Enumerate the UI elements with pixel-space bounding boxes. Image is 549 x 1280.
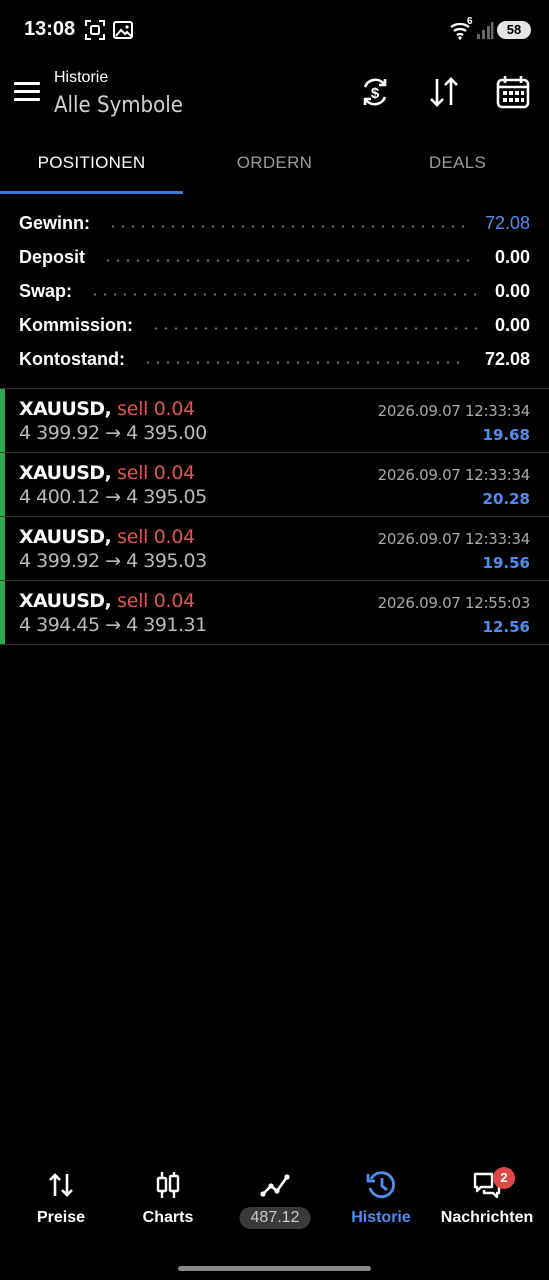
deal-profit: 12.56 — [482, 618, 530, 636]
deal-profit: 20.28 — [482, 490, 530, 508]
list-item[interactable]: XAUUSD, sell 0.04 4 400.12 → 4 395.05 20… — [0, 453, 549, 517]
tab-bar: POSITIONEN ORDERN DEALS — [0, 140, 549, 194]
deal-list: XAUUSD, sell 0.04 4 399.92 → 4 395.00 20… — [0, 389, 549, 645]
home-indicator[interactable] — [178, 1266, 371, 1271]
tab-ordern[interactable]: ORDERN — [183, 140, 366, 194]
deal-prices: 4 394.45 → 4 391.31 — [19, 614, 207, 636]
deal-symbol: XAUUSD, sell 0.04 — [19, 398, 195, 420]
quotes-arrows-icon — [49, 1173, 73, 1197]
deal-symbol-text: XAUUSD, — [19, 462, 112, 484]
deal-status-bar — [0, 453, 5, 516]
history-clock-icon — [366, 1171, 395, 1199]
deal-time: 2026.09.07 12:33:34 — [377, 466, 531, 484]
menu-icon[interactable] — [14, 82, 40, 104]
dot-leader — [108, 224, 467, 228]
deal-time: 2026.09.07 12:33:34 — [377, 402, 531, 420]
summary-row-deposit: Deposit 0.00 — [0, 240, 549, 274]
svg-text:$: $ — [371, 85, 380, 102]
nav-trade[interactable]: 487.12 — [220, 1160, 330, 1240]
deal-side: sell 0.04 — [117, 526, 195, 548]
summary-value: 72.08 — [484, 212, 530, 233]
nav-nachrichten[interactable]: 2 Nachrichten — [432, 1160, 542, 1240]
wifi-label: 6 — [467, 16, 473, 27]
deal-side: sell 0.04 — [117, 590, 195, 612]
summary-value: 0.00 — [494, 280, 530, 301]
image-icon — [113, 21, 133, 39]
status-bar: 13:08 6 58 — [0, 0, 549, 60]
deal-symbol-text: XAUUSD, — [19, 398, 112, 420]
deal-symbol: XAUUSD, sell 0.04 — [19, 590, 195, 612]
summary-label: Kontostand: — [19, 348, 125, 369]
summary-row-kontostand: Kontostand: 72.08 — [0, 342, 549, 376]
nav-label: Charts — [142, 1209, 194, 1226]
nav-historie[interactable]: Historie — [326, 1160, 436, 1240]
deal-side: sell 0.04 — [117, 398, 195, 420]
deal-prices: 4 399.92 → 4 395.03 — [19, 550, 207, 572]
summary-value: 72.08 — [484, 348, 530, 369]
app-header: Historie Alle Symbole $ — [0, 60, 549, 130]
balance-pill: 487.12 — [239, 1207, 311, 1229]
list-item[interactable]: XAUUSD, sell 0.04 4 394.45 → 4 391.31 20… — [0, 581, 549, 645]
candlestick-icon — [156, 1172, 180, 1198]
screenshot-icon — [85, 20, 105, 40]
currency-exchange-icon[interactable]: $ — [358, 75, 392, 109]
nav-label: Preise — [36, 1209, 86, 1226]
deal-status-bar — [0, 581, 5, 644]
signal-icon — [477, 22, 494, 39]
summary-row-gewinn: Gewinn: 72.08 — [0, 206, 549, 240]
battery-icon: 58 — [497, 21, 531, 39]
deal-symbol-text: XAUUSD, — [19, 526, 112, 548]
dot-leader — [103, 258, 477, 262]
deal-status-bar — [0, 389, 5, 452]
deal-symbol-text: XAUUSD, — [19, 590, 112, 612]
header-subtitle: Historie — [54, 69, 109, 86]
nav-charts[interactable]: Charts — [113, 1160, 223, 1240]
summary-value: 0.00 — [494, 314, 530, 335]
deal-prices: 4 399.92 → 4 395.00 — [19, 422, 207, 444]
trade-line-icon — [260, 1174, 290, 1197]
nav-label: Historie — [351, 1209, 411, 1226]
tab-indicator — [0, 191, 183, 194]
deal-time: 2026.09.07 12:33:34 — [377, 530, 531, 548]
summary-row-kommission: Kommission: 0.00 — [0, 308, 549, 342]
dot-leader — [151, 326, 477, 330]
summary-value: 0.00 — [494, 246, 530, 267]
nav-label: Nachrichten — [440, 1209, 534, 1226]
tab-positionen[interactable]: POSITIONEN — [0, 140, 183, 194]
notification-badge: 2 — [493, 1167, 515, 1189]
summary-label: Deposit — [19, 246, 86, 267]
bottom-nav: Preise Charts 487.12 Historie 2 Nachrich… — [0, 1160, 549, 1250]
calendar-icon[interactable] — [496, 75, 530, 109]
deal-prices: 4 400.12 → 4 395.05 — [19, 486, 207, 508]
sort-icon[interactable] — [427, 75, 461, 109]
status-time: 13:08 — [24, 18, 76, 40]
dot-leader — [90, 292, 477, 296]
nav-preise[interactable]: Preise — [6, 1160, 116, 1240]
dot-leader — [142, 360, 467, 364]
tab-deals[interactable]: DEALS — [366, 140, 549, 194]
list-item[interactable]: XAUUSD, sell 0.04 4 399.92 → 4 395.00 20… — [0, 389, 549, 453]
header-title[interactable]: Alle Symbole — [54, 93, 183, 118]
summary-row-swap: Swap: 0.00 — [0, 274, 549, 308]
list-item[interactable]: XAUUSD, sell 0.04 4 399.92 → 4 395.03 20… — [0, 517, 549, 581]
deal-side: sell 0.04 — [117, 462, 195, 484]
deal-profit: 19.56 — [482, 554, 530, 572]
summary-label: Gewinn: — [19, 212, 90, 233]
summary-label: Kommission: — [19, 314, 134, 335]
deal-symbol: XAUUSD, sell 0.04 — [19, 462, 195, 484]
deal-profit: 19.68 — [482, 426, 530, 444]
deal-status-bar — [0, 517, 5, 580]
deal-symbol: XAUUSD, sell 0.04 — [19, 526, 195, 548]
summary-label: Swap: — [19, 280, 73, 301]
deal-time: 2026.09.07 12:55:03 — [377, 594, 531, 612]
summary: Gewinn: 72.08 Deposit 0.00 Swap: 0.00 Ko… — [0, 206, 549, 376]
